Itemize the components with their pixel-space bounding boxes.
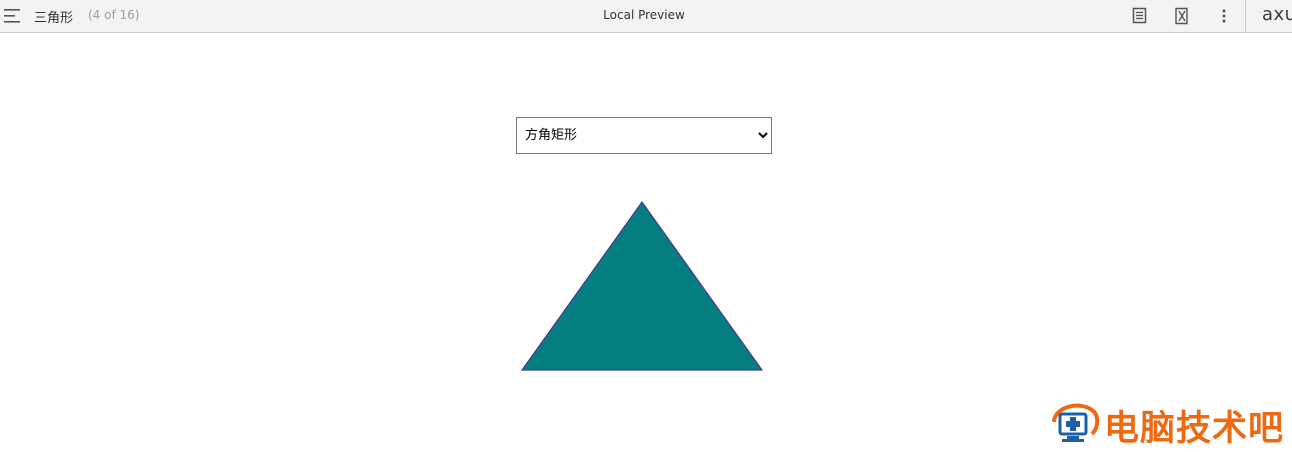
watermark-text: 电脑技术吧 (1104, 409, 1285, 449)
preview-title: Local Preview (603, 8, 685, 22)
toolbar-divider (1245, 0, 1246, 33)
variables-icon[interactable] (1173, 7, 1191, 25)
more-icon[interactable] (1215, 7, 1233, 25)
watermark: 电脑技术吧 (1048, 398, 1288, 449)
top-toolbar: 三角形 (4 of 16) Local Preview axu (0, 0, 1292, 33)
notes-icon[interactable] (1131, 7, 1149, 25)
computer-logo-icon (1052, 403, 1100, 442)
axure-logo: axu (1262, 4, 1292, 25)
triangle-polygon (520, 200, 764, 371)
shape-dropdown[interactable]: 方角矩形 (516, 117, 772, 154)
shape-dropdown-wrapper: 方角矩形 (516, 117, 772, 154)
triangle-shape (520, 200, 764, 371)
